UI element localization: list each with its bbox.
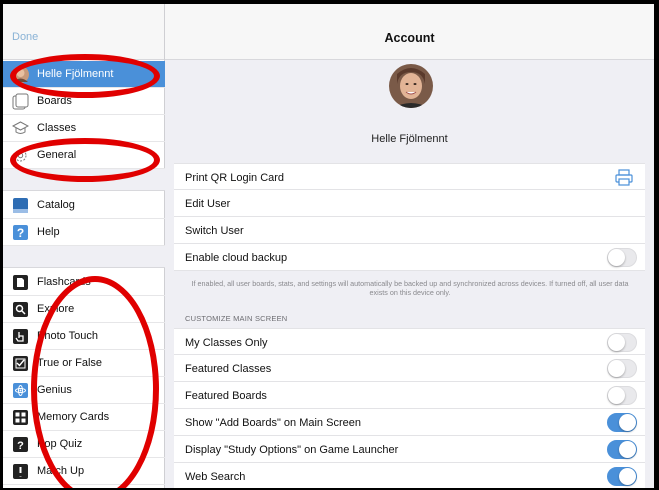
help-icon: ?: [13, 224, 28, 240]
toggle-knob: [619, 414, 636, 431]
page-title: Account: [384, 31, 435, 45]
row-label: My Classes Only: [185, 337, 268, 349]
sidebar-item-label: Classes: [37, 122, 77, 134]
sidebar-item-label: Flashcards: [37, 276, 91, 288]
photo-touch-icon: [13, 328, 28, 344]
study-options-toggle[interactable]: [607, 440, 637, 459]
sidebar-item-pop-quiz[interactable]: ? Pop Quiz: [3, 431, 165, 458]
toggle-knob: [608, 387, 625, 404]
classes-icon: [12, 120, 29, 134]
cloud-backup-row: Enable cloud backup: [174, 244, 645, 271]
print-qr-row[interactable]: Print QR Login Card: [174, 163, 645, 190]
sidebar-item-boards[interactable]: Boards: [3, 88, 165, 115]
toggle-knob: [608, 334, 625, 351]
account-panel: Account Helle Fjölmennt Print QR Login C…: [165, 4, 654, 488]
flashcards-icon: [13, 274, 28, 290]
explore-icon: [13, 301, 28, 317]
sidebar-item-catalog[interactable]: Catalog: [3, 192, 165, 219]
sidebar-separator: [3, 246, 165, 268]
user-photo-icon: [389, 64, 433, 108]
sidebar: Done Helle Fjölmennt Boards Classes Gene…: [3, 4, 165, 488]
sidebar-item-label: Explore: [37, 303, 75, 315]
row-label: Web Search: [185, 471, 246, 483]
book-icon: [13, 197, 28, 213]
sidebar-header: Done: [3, 4, 164, 60]
web-search-row: Web Search: [174, 463, 645, 488]
sidebar-item-label: Helle Fjölmennt: [37, 68, 114, 80]
pop-quiz-icon: ?: [13, 436, 28, 452]
featured-classes-toggle[interactable]: [607, 359, 637, 378]
sidebar-item-flashcards[interactable]: Flashcards: [3, 269, 165, 296]
atom-icon: [13, 382, 28, 398]
done-button[interactable]: Done: [12, 31, 38, 43]
printer-icon[interactable]: [615, 169, 633, 186]
sidebar-item-label: Genius: [37, 384, 72, 396]
sidebar-item-match-up[interactable]: Match Up: [3, 458, 165, 485]
study-options-row: Display "Study Options" on Game Launcher: [174, 436, 645, 463]
user-avatar-icon: [12, 65, 29, 83]
sidebar-item-classes[interactable]: Classes: [3, 115, 165, 142]
sidebar-item-label: True or False: [37, 357, 103, 369]
toggle-knob: [608, 249, 625, 266]
row-label: Featured Boards: [185, 390, 267, 402]
toggle-knob: [608, 360, 625, 377]
sidebar-item-label: Match Up: [37, 465, 85, 477]
web-search-toggle[interactable]: [607, 467, 637, 486]
navigation-bar: Account: [165, 4, 654, 60]
sidebar-item-memory-cards[interactable]: Memory Cards: [3, 404, 165, 431]
sidebar-item-general[interactable]: General: [3, 142, 165, 169]
app-window: Done Helle Fjölmennt Boards Classes Gene…: [3, 4, 654, 488]
edit-user-row[interactable]: Edit User: [174, 190, 645, 217]
sidebar-item-explore[interactable]: Explore: [3, 296, 165, 323]
cloud-backup-note: If enabled, all user boards, stats, and …: [191, 279, 629, 297]
sidebar-item-help[interactable]: ? Help: [3, 219, 165, 246]
sidebar-item-user[interactable]: Helle Fjölmennt: [3, 61, 165, 88]
memory-cards-icon: [13, 409, 28, 425]
row-label: Print QR Login Card: [185, 172, 285, 184]
avatar[interactable]: [389, 64, 433, 108]
toggle-knob: [619, 441, 636, 458]
my-classes-only-toggle[interactable]: [607, 333, 637, 352]
row-label: Switch User: [185, 225, 244, 237]
sidebar-item-label: Boards: [37, 95, 72, 107]
sidebar-item-label: General: [37, 149, 77, 161]
checkbox-icon: [13, 355, 28, 371]
row-label: Display "Study Options" on Game Launcher: [185, 444, 399, 456]
featured-boards-toggle[interactable]: [607, 386, 637, 405]
sidebar-item-label: Help: [37, 226, 60, 238]
sidebar-item-genius[interactable]: Genius: [3, 377, 165, 404]
row-label: Edit User: [185, 198, 231, 210]
featured-classes-row: Featured Classes: [174, 355, 645, 382]
switch-user-row[interactable]: Switch User: [174, 217, 645, 244]
svg-text:?: ?: [17, 440, 24, 452]
sidebar-item-label: Memory Cards: [37, 411, 110, 423]
section-header: CUSTOMIZE MAIN SCREEN: [185, 314, 288, 323]
sidebar-item-label: Pop Quiz: [37, 438, 83, 450]
sidebar-item-true-or-false[interactable]: True or False: [3, 350, 165, 377]
sidebar-item-label: Catalog: [37, 199, 75, 211]
featured-boards-row: Featured Boards: [174, 382, 645, 409]
svg-text:?: ?: [17, 226, 24, 240]
sidebar-item-label: Photo Touch: [37, 330, 98, 342]
my-classes-only-row: My Classes Only: [174, 328, 645, 355]
row-label: Enable cloud backup: [185, 252, 288, 264]
row-label: Show "Add Boards" on Main Screen: [185, 417, 361, 429]
gear-icon: [14, 149, 27, 161]
row-label: Featured Classes: [185, 363, 272, 375]
boards-icon: [12, 93, 29, 109]
user-name: Helle Fjölmennt: [371, 133, 448, 145]
sidebar-separator: [3, 169, 165, 191]
cloud-backup-toggle[interactable]: [607, 248, 637, 267]
toggle-knob: [619, 468, 636, 485]
sidebar-item-photo-touch[interactable]: Photo Touch: [3, 323, 165, 350]
add-boards-toggle[interactable]: [607, 413, 637, 432]
add-boards-row: Show "Add Boards" on Main Screen: [174, 409, 645, 436]
match-up-icon: [13, 463, 28, 479]
